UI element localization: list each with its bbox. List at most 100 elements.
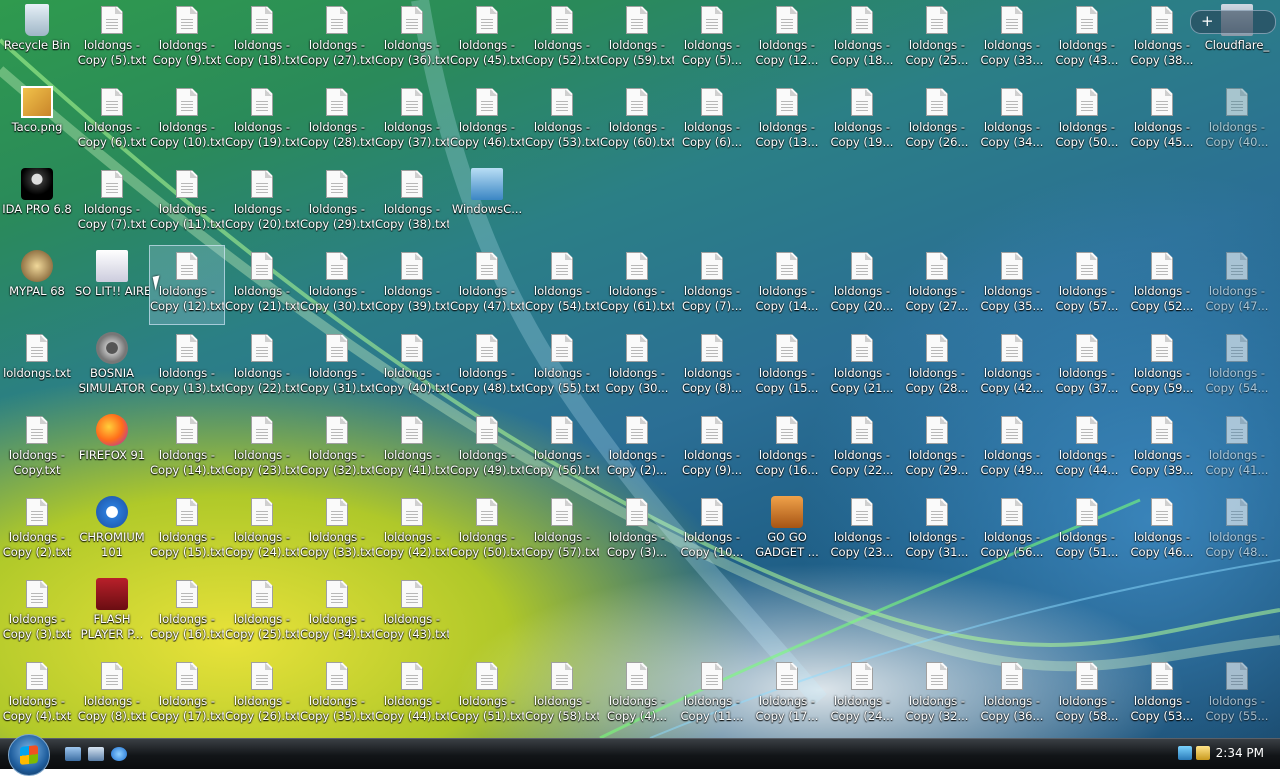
text-file-icon[interactable]: loldongs - Copy (36).txt xyxy=(375,0,449,78)
text-file-icon[interactable]: loldongs - Copy (45... xyxy=(1125,82,1199,160)
start-button[interactable] xyxy=(8,734,50,776)
text-file-icon[interactable]: loldongs - Copy (4)... xyxy=(600,656,674,734)
text-file-icon[interactable]: loldongs - Copy (54).txt xyxy=(525,246,599,324)
text-file-icon[interactable]: loldongs - Copy (25).txt xyxy=(225,574,299,652)
text-file-icon[interactable]: loldongs - Copy (16... xyxy=(750,410,824,488)
text-file-icon[interactable]: loldongs - Copy (39).txt xyxy=(375,246,449,324)
text-file-icon[interactable]: loldongs - Copy (51).txt xyxy=(450,656,524,734)
text-file-icon[interactable]: loldongs - Copy (59... xyxy=(1125,328,1199,406)
text-file-icon[interactable]: loldongs - Copy (46... xyxy=(1125,492,1199,570)
text-file-icon[interactable]: loldongs - Copy (60).txt xyxy=(600,82,674,160)
text-file-icon[interactable]: loldongs - Copy (35).txt xyxy=(300,656,374,734)
text-file-icon[interactable]: loldongs - Copy (48).txt xyxy=(450,328,524,406)
text-file-icon[interactable]: loldongs - Copy (27... xyxy=(900,246,974,324)
text-file-icon[interactable]: loldongs - Copy (43).txt xyxy=(375,574,449,652)
text-file-icon[interactable]: loldongs - Copy (31).txt xyxy=(300,328,374,406)
text-file-icon[interactable]: loldongs - Copy (22... xyxy=(825,410,899,488)
text-file-icon[interactable]: loldongs - Copy (39... xyxy=(1125,410,1199,488)
text-file-icon[interactable]: loldongs - Copy (20... xyxy=(825,246,899,324)
text-file-icon[interactable]: loldongs - Copy (57... xyxy=(1050,246,1124,324)
text-file-icon[interactable]: loldongs - Copy (4).txt xyxy=(0,656,74,734)
text-file-icon[interactable]: loldongs - Copy (29).txt xyxy=(300,164,374,242)
desktop-icon-shortcut-app[interactable]: SO LIT!! AIRE xyxy=(75,246,149,324)
text-file-icon[interactable]: loldongs - Copy (15).txt xyxy=(150,492,224,570)
text-file-icon[interactable]: loldongs - Copy (5)... xyxy=(675,0,749,78)
text-file-icon[interactable]: loldongs - Copy (20).txt xyxy=(225,164,299,242)
text-file-icon[interactable]: loldongs - Copy (26... xyxy=(900,82,974,160)
text-file-icon[interactable]: loldongs - Copy (13... xyxy=(750,82,824,160)
text-file-icon[interactable]: loldongs - Copy (28).txt xyxy=(300,82,374,160)
desktop-icon-flash-player[interactable]: FLASH PLAYER P... xyxy=(75,574,149,652)
text-file-icon[interactable]: loldongs - Copy (24).txt xyxy=(225,492,299,570)
text-file-icon[interactable]: loldongs - Copy (38... xyxy=(1125,0,1199,78)
text-file-icon[interactable]: loldongs - Copy (30... xyxy=(600,328,674,406)
text-file-icon[interactable]: loldongs - Copy (5).txt xyxy=(75,0,149,78)
text-file-icon[interactable]: loldongs - Copy (55).txt xyxy=(525,328,599,406)
text-file-icon[interactable]: loldongs - Copy (29... xyxy=(900,410,974,488)
text-file-icon[interactable]: loldongs - Copy (12... xyxy=(750,0,824,78)
text-file-icon[interactable]: loldongs - Copy (18).txt xyxy=(225,0,299,78)
text-file-icon[interactable]: loldongs - Copy (59).txt xyxy=(600,0,674,78)
text-file-icon[interactable]: loldongs - Copy (25... xyxy=(900,0,974,78)
text-file-icon[interactable]: loldongs - Copy (41).txt xyxy=(375,410,449,488)
text-file-icon[interactable]: loldongs - Copy (46).txt xyxy=(450,82,524,160)
text-file-icon[interactable]: loldongs - Copy (34... xyxy=(975,82,1049,160)
text-file-icon[interactable]: loldongs - Copy (47).txt xyxy=(450,246,524,324)
text-file-icon[interactable]: loldongs - Copy (2)... xyxy=(600,410,674,488)
text-file-icon[interactable]: loldongs - Copy (14... xyxy=(750,246,824,324)
text-file-icon[interactable]: loldongs - Copy (37... xyxy=(1050,328,1124,406)
text-file-icon[interactable]: loldongs - Copy (31... xyxy=(900,492,974,570)
text-file-icon[interactable]: loldongs - Copy (57).txt xyxy=(525,492,599,570)
text-file-icon[interactable]: loldongs - Copy (21).txt xyxy=(225,246,299,324)
text-file-icon[interactable]: loldongs - Copy (34).txt xyxy=(300,574,374,652)
desktop[interactable]: Recycle Bin Taco.png IDA PRO 6.8 MYPAL 68 SO… xyxy=(0,0,1280,738)
text-file-icon[interactable]: loldongs - Copy (56).txt xyxy=(525,410,599,488)
text-file-icon[interactable]: loldongs - Copy (43... xyxy=(1050,0,1124,78)
gadget-sidebar-button[interactable]: + xyxy=(1190,10,1276,34)
text-file-icon[interactable]: loldongs - Copy (49... xyxy=(975,410,1049,488)
text-file-icon[interactable]: loldongs - Copy (61).txt xyxy=(600,246,674,324)
desktop-icon-gear-app[interactable]: BOSNIA SIMULATOR xyxy=(75,328,149,406)
text-file-icon[interactable]: loldongs - Copy (56... xyxy=(975,492,1049,570)
desktop-icon-taco-image[interactable]: Taco.png xyxy=(0,82,74,160)
text-file-icon[interactable]: loldongs - Copy (10... xyxy=(675,492,749,570)
text-file-icon[interactable]: loldongs - Copy (53... xyxy=(1125,656,1199,734)
text-file-icon[interactable]: loldongs - Copy (50).txt xyxy=(450,492,524,570)
text-file-icon[interactable]: loldongs - Copy (17... xyxy=(750,656,824,734)
desktop-icon-briefcase[interactable]: GO GO GADGET ... xyxy=(750,492,824,570)
volume-icon[interactable] xyxy=(1196,746,1210,760)
text-file-icon[interactable]: loldongs - Copy (54... xyxy=(1200,328,1274,406)
text-file-icon[interactable]: loldongs - Copy (22).txt xyxy=(225,328,299,406)
text-file-icon[interactable]: loldongs - Copy (32).txt xyxy=(300,410,374,488)
text-file-icon[interactable]: loldongs - Copy (3).txt xyxy=(0,574,74,652)
text-file-icon[interactable]: loldongs - Copy (6)... xyxy=(675,82,749,160)
text-file-icon[interactable]: loldongs - Copy.txt xyxy=(0,410,74,488)
text-file-icon[interactable]: loldongs - Copy (8).txt xyxy=(75,656,149,734)
text-file-icon[interactable]: loldongs - Copy (9).txt xyxy=(150,0,224,78)
text-file-icon[interactable]: loldongs - Copy (50... xyxy=(1050,82,1124,160)
text-file-icon[interactable]: loldongs - Copy (6).txt xyxy=(75,82,149,160)
text-file-icon[interactable]: loldongs - Copy (41... xyxy=(1200,410,1274,488)
add-gadget-label[interactable]: + xyxy=(1201,12,1214,30)
clock[interactable]: 2:34 PM xyxy=(1216,746,1264,760)
text-file-icon[interactable]: loldongs - Copy (9)... xyxy=(675,410,749,488)
desktop-icon-chromium[interactable]: CHROMIUM 101 xyxy=(75,492,149,570)
text-file-icon[interactable]: loldongs - Copy (40).txt xyxy=(375,328,449,406)
text-file-icon[interactable]: loldongs - Copy (23... xyxy=(825,492,899,570)
text-file-icon[interactable]: loldongs - Copy (33).txt xyxy=(300,492,374,570)
text-file-icon[interactable]: loldongs - Copy (16).txt xyxy=(150,574,224,652)
text-file-icon[interactable]: loldongs - Copy (55... xyxy=(1200,656,1274,734)
text-file-icon[interactable]: loldongs - Copy (14).txt xyxy=(150,410,224,488)
switch-windows-icon[interactable] xyxy=(88,747,104,761)
text-file-icon[interactable]: loldongs - Copy (19).txt xyxy=(225,82,299,160)
text-file-icon[interactable]: loldongs - Copy (2).txt xyxy=(0,492,74,570)
text-file-icon[interactable]: loldongs - Copy (21... xyxy=(825,328,899,406)
text-file-icon[interactable]: loldongs - Copy (35... xyxy=(975,246,1049,324)
text-file-icon[interactable]: loldongs - Copy (33... xyxy=(975,0,1049,78)
desktop-icon-windows-checkmark[interactable]: WindowsC... xyxy=(450,164,524,242)
text-file-icon[interactable]: loldongs - Copy (32... xyxy=(900,656,974,734)
text-file-icon[interactable]: loldongs - Copy (52).txt xyxy=(525,0,599,78)
text-file-icon[interactable]: loldongs - Copy (13).txt xyxy=(150,328,224,406)
text-file-icon[interactable]: loldongs - Copy (18... xyxy=(825,0,899,78)
text-file-icon[interactable]: loldongs - Copy (58... xyxy=(1050,656,1124,734)
